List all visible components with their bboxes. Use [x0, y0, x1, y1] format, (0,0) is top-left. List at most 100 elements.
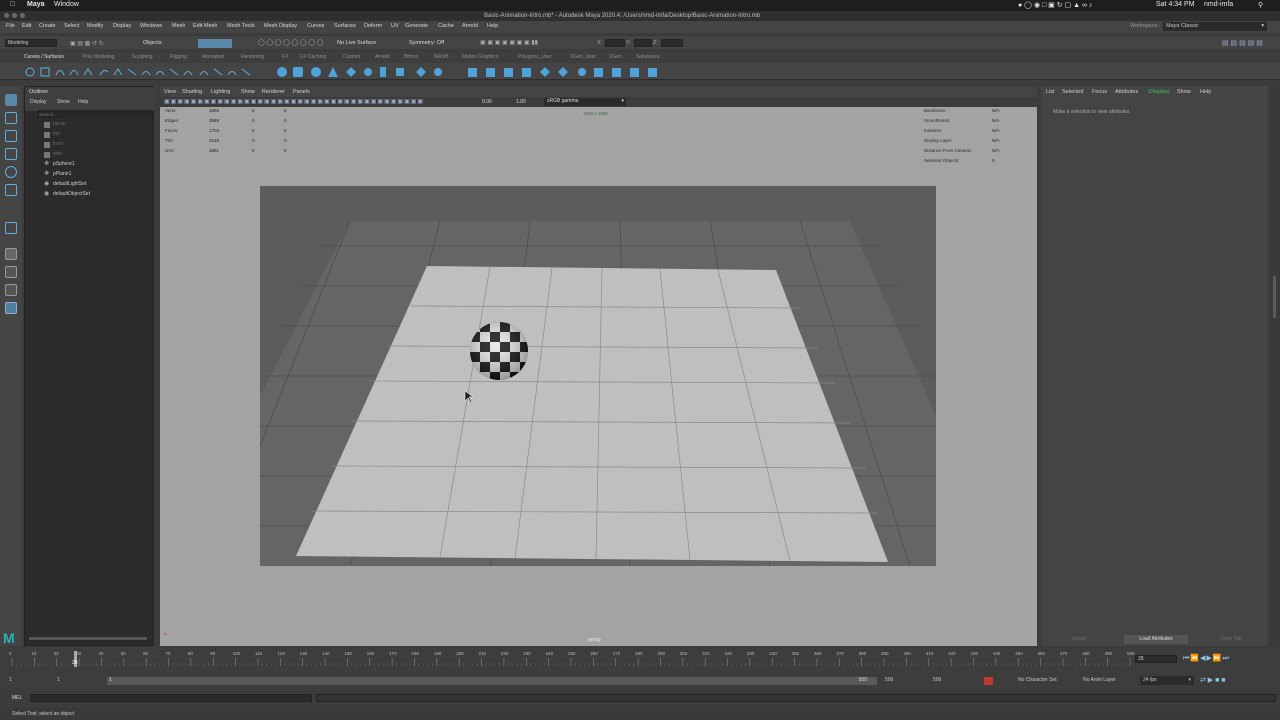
start-frame-field[interactable]: 1 — [9, 677, 12, 683]
outliner-item-defaultobjectset[interactable]: defaultObjectSet — [53, 191, 90, 197]
select-mask-icons[interactable] — [198, 39, 232, 48]
shelf-tab-rigging[interactable]: Rigging — [170, 54, 187, 60]
render-icons[interactable]: ▣ ▣ ▣ ▣ ▣ ▣ ▣ ▮▮ — [480, 39, 538, 46]
outliner-item-top[interactable]: top — [53, 131, 60, 137]
apple-icon[interactable]:  — [10, 1, 15, 8]
anim-layer-dropdown[interactable]: No Anim Layer — [1083, 677, 1116, 683]
outliner-item-pplane1[interactable]: pPlane1 — [53, 171, 71, 177]
end-frame-field[interactable]: 500 — [933, 677, 941, 683]
shelf-tab-xgen[interactable]: XGen — [609, 54, 622, 60]
snap-icons[interactable]: ◯ ◯ ◯ ◯ ◯ ◯ ◯ ◯ — [258, 39, 323, 46]
spotlight-icon[interactable]: ⚲ — [1258, 1, 1263, 9]
attr-tab-attributes[interactable]: Attributes — [1115, 89, 1138, 95]
file-icons[interactable]: ▣ ▤ ▦ ↺ ↻ — [70, 40, 104, 47]
selection-mode[interactable]: Objects — [143, 40, 162, 46]
viewport-menu-renderer[interactable]: Renderer — [262, 89, 285, 95]
mac-window-menu[interactable]: Window — [54, 1, 79, 8]
menu-windows[interactable]: Windows — [140, 23, 162, 29]
menu-uv[interactable]: UV — [391, 23, 399, 29]
coord-y-field[interactable] — [634, 39, 652, 47]
gamma-value[interactable]: 1.00 — [516, 99, 526, 105]
shelf-tab-fx-caching[interactable]: FX Caching — [300, 54, 326, 60]
shelf-tab-fx[interactable]: FX — [282, 54, 288, 60]
fps-dropdown[interactable]: 24 fps ▾ — [1140, 676, 1194, 685]
shelf-tab-bifrost[interactable]: Bifrost — [404, 54, 418, 60]
menu-curves[interactable]: Curves — [307, 23, 324, 29]
shelf-tab-mash[interactable]: MASH — [434, 54, 448, 60]
mac-app-menu[interactable]: Maya — [27, 1, 45, 8]
lasso-tool-icon[interactable] — [5, 112, 17, 124]
attribute-editor-side-tab[interactable] — [1273, 276, 1276, 318]
coord-z-field[interactable] — [661, 39, 683, 47]
shelf-tab-sculpting[interactable]: Sculpting — [132, 54, 153, 60]
menu-surfaces[interactable]: Surfaces — [334, 23, 356, 29]
colorspace-dropdown[interactable]: sRGB gamma ▾ — [544, 98, 626, 106]
zoom-window-button[interactable] — [20, 13, 25, 18]
shelf-tab-substance[interactable]: Substance — [636, 54, 660, 60]
outliner-item-psphere1[interactable]: pSphere1 — [53, 161, 75, 167]
shelf-tab-xgen-user[interactable]: XGen_User — [570, 54, 596, 60]
single-view-layout-icon[interactable] — [5, 248, 17, 260]
menu-edit-mesh[interactable]: Edit Mesh — [193, 23, 217, 29]
attr-tab-help[interactable]: Help — [1200, 89, 1211, 95]
menu-cache[interactable]: Cache — [438, 23, 454, 29]
move-tool-icon[interactable] — [5, 148, 17, 160]
scale-tool-icon[interactable] — [5, 184, 17, 196]
viewport-menu-show[interactable]: Show — [241, 89, 255, 95]
minimize-window-button[interactable] — [12, 13, 17, 18]
side-tabs[interactable] — [1270, 86, 1280, 646]
select-tool-icon[interactable] — [5, 94, 17, 106]
menu-mesh[interactable]: Mesh — [172, 23, 185, 29]
playback-controls[interactable]: ⏮⏪◀▶⏩⏭ — [1183, 654, 1230, 663]
playback-end-field[interactable]: 500 — [885, 677, 893, 683]
shelf-tab-motion-graphics[interactable]: Motion Graphics — [462, 54, 498, 60]
mac-user[interactable]: nmd-imfa — [1204, 1, 1233, 8]
workspace-dropdown[interactable]: Maya Classic ▾ — [1163, 22, 1267, 31]
attr-tab-show[interactable]: Show — [1177, 89, 1191, 95]
outliner-menu-display[interactable]: Display — [30, 99, 46, 105]
outliner-layout-icon[interactable] — [5, 302, 17, 314]
shelf-icons[interactable] — [20, 66, 700, 78]
command-language-label[interactable]: MEL — [12, 695, 22, 701]
outliner-item-persp[interactable]: persp — [53, 121, 66, 127]
shelf-tab-arnold[interactable]: Arnold — [375, 54, 389, 60]
paint-select-tool-icon[interactable] — [5, 130, 17, 142]
menu-arnold[interactable]: Arnold — [462, 23, 478, 29]
command-input[interactable] — [30, 694, 312, 702]
copy-tab-button[interactable]: Copy Tab — [1201, 636, 1261, 642]
panel-toggle-icons[interactable]: ▤ ▤ ▤ ▤ ▤ — [1222, 39, 1263, 47]
viewport-tool-icons[interactable]: ▣▣▣▣▣▣▣▣▣▣▣▣▣▣▣▣▣▣▣▣▣▣▣▣▣▣▣▣▣▣▣▣▣▣▣▣▣▣▣ — [164, 98, 424, 105]
coord-x-field[interactable] — [605, 39, 625, 47]
outliner-scrollbar[interactable] — [29, 637, 147, 640]
shelf-tab-curves-surfaces[interactable]: Curves / Surfaces — [24, 54, 64, 60]
two-view-layout-icon[interactable] — [5, 284, 17, 296]
exposure-value[interactable]: 0.00 — [482, 99, 492, 105]
menu-select[interactable]: Select — [64, 23, 79, 29]
outliner-item-defaultlightset[interactable]: defaultLightSet — [53, 181, 86, 187]
outliner-menu-help[interactable]: Help — [78, 99, 88, 105]
menu-mesh-display[interactable]: Mesh Display — [264, 23, 297, 29]
shelf-tab-rendering[interactable]: Rendering — [241, 54, 264, 60]
outliner-search-input[interactable] — [37, 110, 153, 118]
menu-generate[interactable]: Generate — [405, 23, 428, 29]
outliner-menu-show[interactable]: Show — [57, 99, 70, 105]
menu-create[interactable]: Create — [39, 23, 56, 29]
viewport-menu-shading[interactable]: Shading — [182, 89, 202, 95]
attr-tab-selected[interactable]: Selected — [1062, 89, 1083, 95]
playback-start-field[interactable]: 1 — [57, 677, 60, 683]
live-surface[interactable]: No Live Surface — [337, 40, 376, 46]
load-attributes-button[interactable]: Load Attributes — [1124, 635, 1188, 644]
attr-tab-list[interactable]: List — [1046, 89, 1055, 95]
status-icons[interactable]: ● ◯ ◉ □ ▣ ↻ ▢ ▲ ∞ ♪ — [1018, 1, 1092, 9]
range-tool-icons[interactable]: ⇄ ▶ ■ ■ — [1200, 676, 1226, 684]
shelf-tab-custom[interactable]: Custom — [343, 54, 360, 60]
attr-tab-display[interactable]: (Display) — [1148, 89, 1170, 95]
menu-mesh-tools[interactable]: Mesh Tools — [227, 23, 255, 29]
menu-modify[interactable]: Modify — [87, 23, 103, 29]
symmetry-dropdown[interactable]: Symmetry: Off — [409, 40, 444, 46]
time-slider[interactable]: 0 10 20 30 40 50 60 70 80 90 100 110 120 130 140 150 160… — [0, 648, 1280, 673]
viewport-menu-panels[interactable]: Panels — [293, 89, 310, 95]
select-button[interactable]: Select — [1049, 636, 1109, 642]
rotate-tool-icon[interactable] — [5, 166, 17, 178]
shelf-tab-poly-modeling[interactable]: Poly Modeling — [83, 54, 114, 60]
